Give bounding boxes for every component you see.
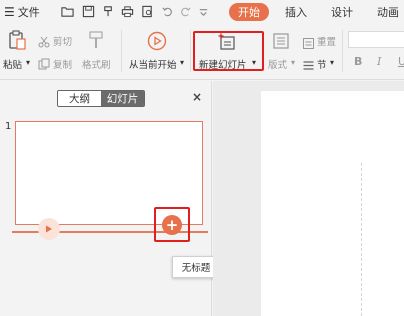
copy-icon[interactable] <box>38 55 50 74</box>
slides-panel: 大纲 幻灯片 × 1 + 无标题 <box>0 81 220 316</box>
view-toggle: 大纲 幻灯片 <box>57 90 145 107</box>
reset-button[interactable]: 重置 <box>317 34 336 48</box>
section-dropdown-icon[interactable]: ▾ <box>330 58 334 67</box>
new-slide-icon[interactable] <box>218 33 236 55</box>
ribbon-divider <box>342 30 343 72</box>
play-icon <box>46 225 52 233</box>
tab-slides[interactable]: 幻灯片 <box>101 91 144 106</box>
tab-insert[interactable]: 插入 <box>285 4 307 20</box>
undo-icon[interactable] <box>160 4 174 18</box>
redo-icon[interactable] <box>178 4 192 18</box>
slide-editor <box>213 81 404 316</box>
play-dropdown-icon[interactable]: ▾ <box>180 58 184 67</box>
slide-number: 1 <box>5 121 12 132</box>
add-slide-button[interactable]: + <box>162 215 182 235</box>
new-slide-button[interactable]: 新建幻灯片 <box>199 57 247 71</box>
cut-button[interactable]: 剪切 <box>53 34 72 48</box>
tab-start[interactable]: 开始 <box>229 3 269 21</box>
paste-button[interactable]: 粘贴 <box>3 57 22 71</box>
close-panel-button[interactable]: × <box>192 90 202 104</box>
font-name-select[interactable] <box>348 31 404 48</box>
play-slideshow-icon[interactable] <box>147 31 167 55</box>
menu-bar: ☰ 文件 开始 插入 设计 动画 <box>0 0 404 24</box>
print-icon[interactable] <box>120 4 134 18</box>
placeholder-border <box>361 163 362 316</box>
ribbon-divider <box>121 30 122 72</box>
italic-icon[interactable]: I <box>377 55 381 68</box>
reset-icon[interactable] <box>303 34 314 53</box>
file-menu-label: 文件 <box>17 6 40 19</box>
format-painter-button[interactable]: 格式刷 <box>82 57 111 71</box>
section-icon[interactable] <box>303 56 314 75</box>
underline-icon[interactable]: U <box>398 55 404 68</box>
file-menu[interactable]: ☰ 文件 <box>4 3 40 21</box>
play-slide-button[interactable] <box>38 218 60 240</box>
tab-outline[interactable]: 大纲 <box>58 91 101 106</box>
tab-animation[interactable]: 动画 <box>377 4 399 20</box>
hamburger-icon: ☰ <box>4 5 15 19</box>
paste-icon[interactable] <box>8 30 26 54</box>
play-from-current-button[interactable]: 从当前开始 <box>129 57 177 71</box>
format-painter-icon[interactable] <box>101 4 115 18</box>
layout-icon[interactable] <box>273 33 289 53</box>
layout-button[interactable]: 版式 <box>268 57 287 71</box>
tab-design[interactable]: 设计 <box>331 4 353 20</box>
customize-icon[interactable] <box>196 4 210 18</box>
ribbon-divider <box>190 30 191 72</box>
copy-button[interactable]: 复制 <box>53 57 72 71</box>
print-preview-icon[interactable] <box>140 4 154 18</box>
ribbon: 粘贴 ▾ 剪切 复制 格式刷 从当前开始 ▾ 新建幻灯片 ▾ 版式 ▾ 重置 节… <box>0 24 404 80</box>
slide-canvas[interactable] <box>261 91 404 316</box>
open-folder-icon[interactable] <box>60 4 74 18</box>
save-icon[interactable] <box>81 4 95 18</box>
bold-icon[interactable]: B <box>354 55 362 68</box>
format-painter-icon[interactable] <box>88 30 104 54</box>
layout-dropdown-icon[interactable]: ▾ <box>291 58 295 67</box>
section-button[interactable]: 节 <box>317 57 327 71</box>
paste-dropdown-icon[interactable]: ▾ <box>26 58 30 67</box>
cut-icon[interactable] <box>38 33 50 52</box>
new-slide-dropdown-icon[interactable]: ▾ <box>252 58 256 67</box>
